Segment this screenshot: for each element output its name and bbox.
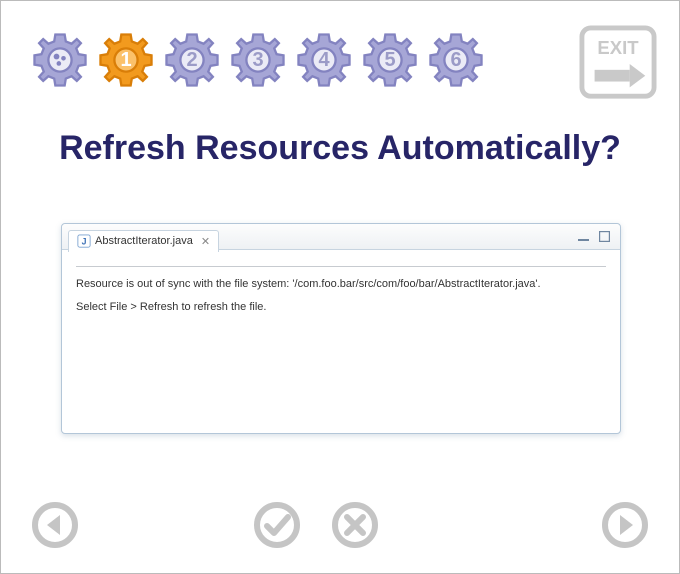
maximize-icon[interactable] xyxy=(599,231,610,242)
gear-step-2: 2 xyxy=(163,31,221,89)
exit-button[interactable]: EXIT xyxy=(579,25,657,99)
gear-step-6: 6 xyxy=(427,31,485,89)
step-number: 2 xyxy=(163,31,221,89)
decline-button[interactable] xyxy=(331,501,379,549)
tab-close-icon[interactable]: ✕ xyxy=(201,235,210,248)
tab-filename: AbstractIterator.java xyxy=(95,235,193,247)
gear-step-1: 1 xyxy=(97,31,155,89)
page-title: Refresh Resources Automatically? xyxy=(1,129,679,168)
gear-start-icon xyxy=(31,31,89,89)
step-number: 6 xyxy=(427,31,485,89)
exit-label: EXIT xyxy=(597,37,639,58)
editor-body: Resource is out of sync with the file sy… xyxy=(62,250,620,340)
svg-text:J: J xyxy=(82,237,87,247)
error-message-line2: Select File > Refresh to refresh the fil… xyxy=(76,300,606,315)
accept-button[interactable] xyxy=(253,501,301,549)
gear-step-5: 5 xyxy=(361,31,419,89)
step-number: 4 xyxy=(295,31,353,89)
back-button[interactable] xyxy=(31,501,79,549)
step-number: 1 xyxy=(97,31,155,89)
editor-tab[interactable]: J AbstractIterator.java ✕ xyxy=(68,230,219,252)
next-button[interactable] xyxy=(601,501,649,549)
wizard-step-indicator: 1 2 3 4 5 6 xyxy=(31,31,493,89)
gear-step-4: 4 xyxy=(295,31,353,89)
java-file-icon: J xyxy=(77,234,91,248)
gear-step-3: 3 xyxy=(229,31,287,89)
editor-tabbar: J AbstractIterator.java ✕ xyxy=(62,224,620,250)
step-number: 3 xyxy=(229,31,287,89)
error-message-line1: Resource is out of sync with the file sy… xyxy=(76,277,606,292)
minimize-icon[interactable] xyxy=(578,231,589,242)
editor-panel: J AbstractIterator.java ✕ Resource is ou… xyxy=(61,223,621,434)
step-number: 5 xyxy=(361,31,419,89)
